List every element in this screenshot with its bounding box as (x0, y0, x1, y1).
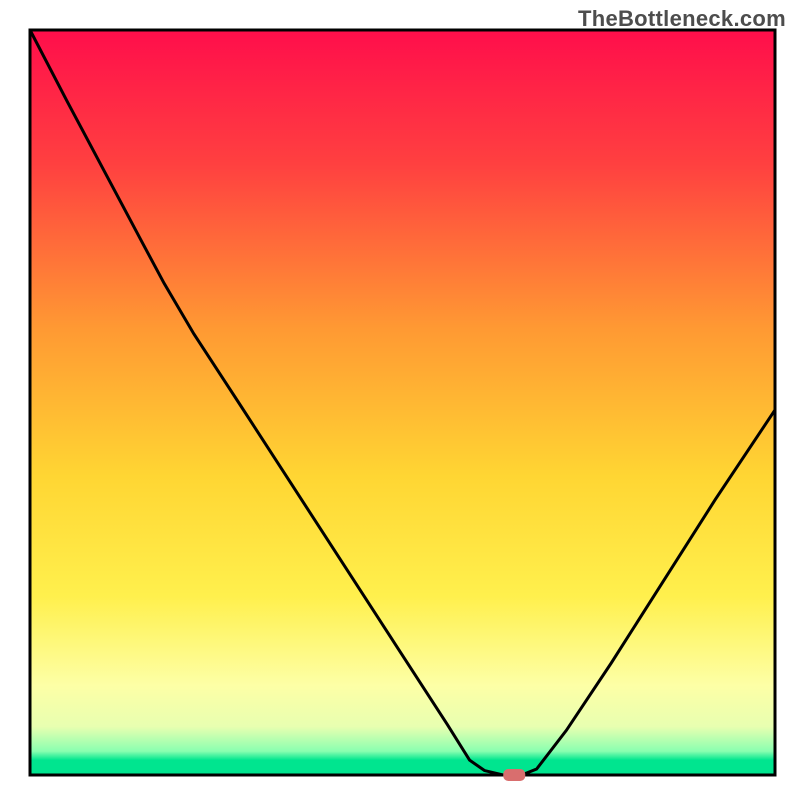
chart-container: TheBottleneck.com (0, 0, 800, 800)
optimal-marker (503, 769, 525, 781)
watermark-text: TheBottleneck.com (578, 6, 786, 32)
plot-background (30, 30, 775, 775)
bottleneck-chart (0, 0, 800, 800)
